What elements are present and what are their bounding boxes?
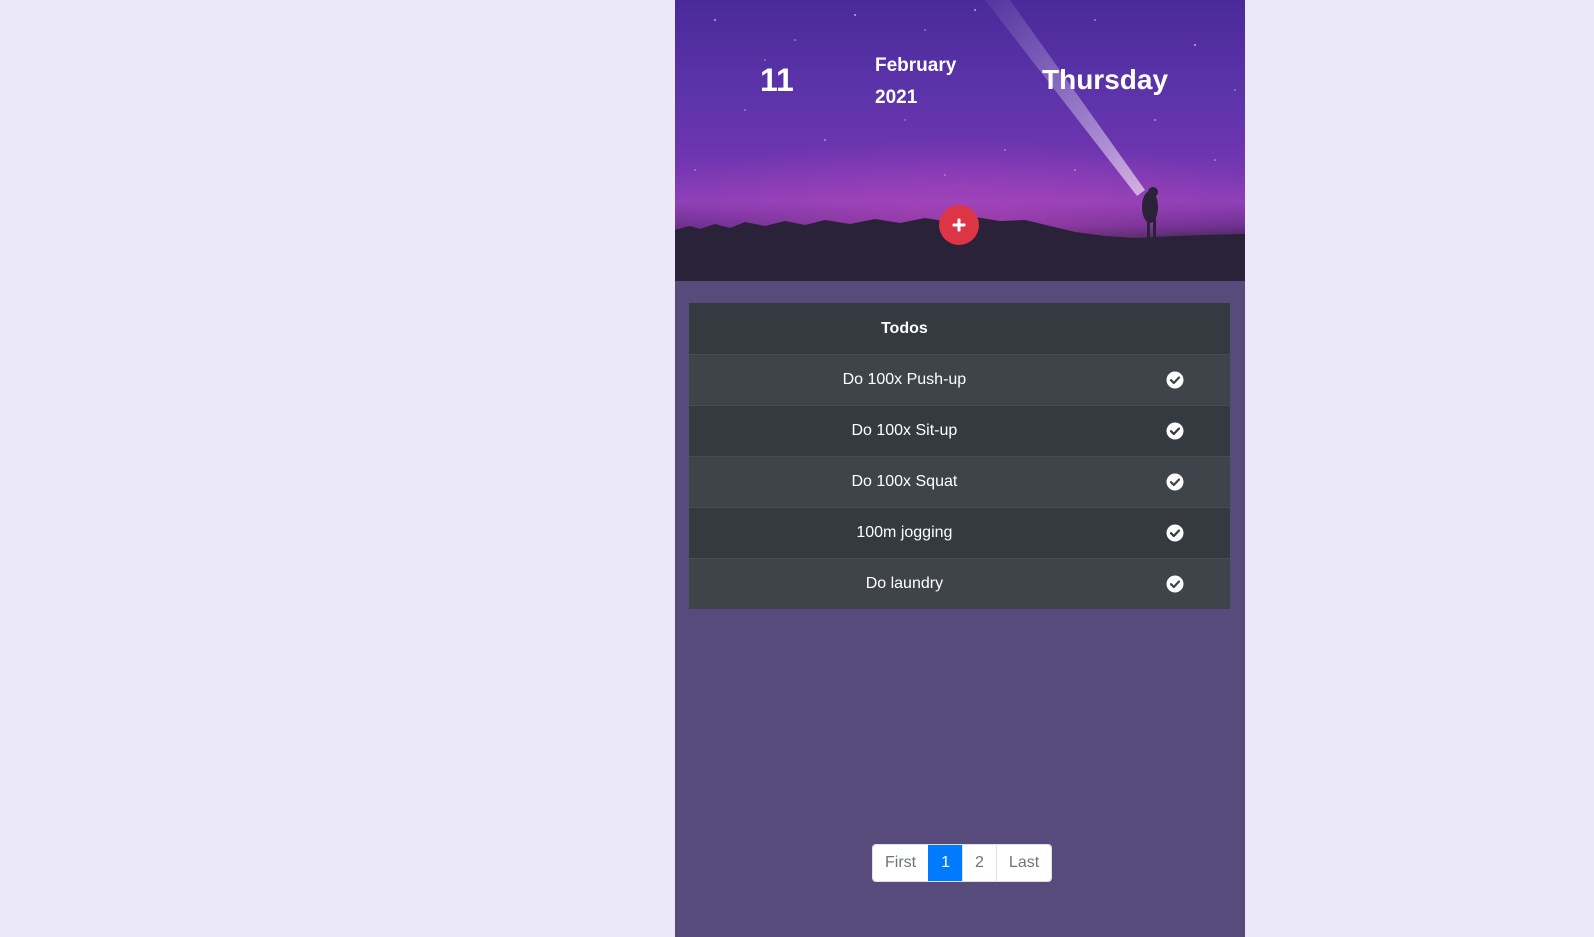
add-todo-button[interactable] <box>939 205 979 245</box>
check-circle-icon[interactable] <box>1166 575 1184 593</box>
pagination-first[interactable]: First <box>873 845 929 881</box>
plus-icon <box>952 218 966 232</box>
todo-title: Do 100x Push-up <box>689 354 1120 406</box>
pagination: First 1 2 Last <box>872 844 1053 882</box>
todos-column-header: Todos <box>689 303 1120 355</box>
todo-action-cell <box>1119 558 1230 609</box>
date-month: February <box>875 55 957 76</box>
pagination-last[interactable]: Last <box>995 845 1052 881</box>
check-circle-icon[interactable] <box>1166 371 1184 389</box>
todo-action-cell <box>1119 507 1230 559</box>
table-row: Do 100x Squat <box>689 456 1230 508</box>
table-header-row: Todos <box>689 303 1230 355</box>
table-row: 100m jogging <box>689 507 1230 559</box>
date-year: 2021 <box>875 87 918 108</box>
date-weekday: Thursday <box>1042 64 1169 95</box>
todo-title: 100m jogging <box>689 507 1120 559</box>
pagination-page-2[interactable]: 2 <box>962 845 996 881</box>
todo-action-cell <box>1119 354 1230 406</box>
pagination-page-1[interactable]: 1 <box>928 845 963 881</box>
table-row: Do laundry <box>689 558 1230 609</box>
table-row: Do 100x Push-up <box>689 354 1230 406</box>
todo-action-cell <box>1119 405 1230 457</box>
todo-app-panel: 11 February 2021 Thursday Todos Do 100x … <box>675 0 1245 937</box>
table-row: Do 100x Sit-up <box>689 405 1230 457</box>
todo-title: Do laundry <box>689 558 1120 609</box>
todo-action-cell <box>1119 456 1230 508</box>
check-circle-icon[interactable] <box>1166 422 1184 440</box>
check-circle-icon[interactable] <box>1166 524 1184 542</box>
action-column-header <box>1119 303 1230 355</box>
date-day: 11 <box>760 62 794 98</box>
header-banner: 11 February 2021 Thursday <box>675 0 1245 281</box>
todos-table: Todos Do 100x Push-up Do 100x Sit-up Do … <box>689 303 1230 609</box>
todo-title: Do 100x Sit-up <box>689 405 1120 457</box>
date-month-year: February 2021 <box>875 50 956 114</box>
todo-title: Do 100x Squat <box>689 456 1120 508</box>
check-circle-icon[interactable] <box>1166 473 1184 491</box>
